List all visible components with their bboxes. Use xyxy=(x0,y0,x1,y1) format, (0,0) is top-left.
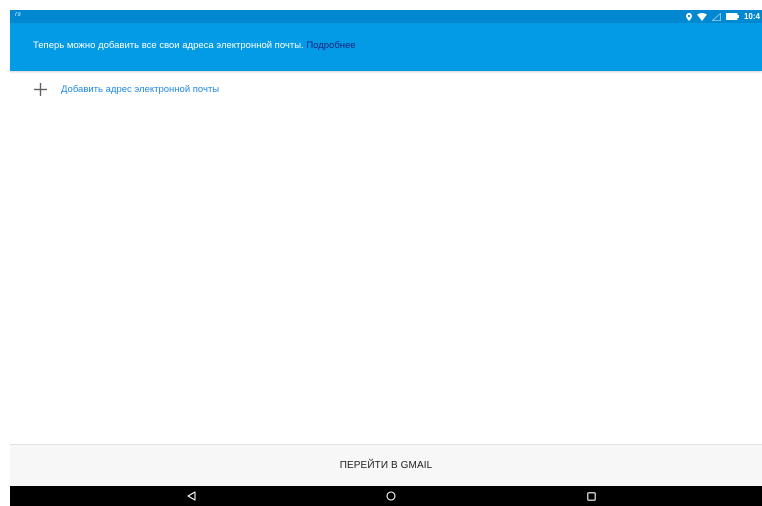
nav-home-button[interactable] xyxy=(376,486,406,506)
navigation-bar xyxy=(10,486,762,506)
banner-message: Теперь можно добавить все свои адреса эл… xyxy=(33,40,304,51)
bottom-action-bar: ПЕРЕЙТИ В GMAIL xyxy=(10,444,762,486)
screen: 79 10:4 Теперь можно добавить все свои а… xyxy=(10,10,762,506)
go-to-gmail-button[interactable]: ПЕРЕЙТИ В GMAIL xyxy=(330,456,443,475)
nav-recents-button[interactable] xyxy=(576,486,606,506)
status-bar: 79 10:4 xyxy=(10,10,762,23)
signal-icon xyxy=(711,12,721,21)
banner-text: Теперь можно добавить все свои адреса эл… xyxy=(33,40,356,51)
home-icon xyxy=(386,491,396,501)
back-icon xyxy=(186,491,196,501)
battery-icon xyxy=(725,13,739,20)
location-icon xyxy=(685,12,692,21)
status-notification-text: 79 xyxy=(14,12,21,18)
info-banner: Теперь можно добавить все свои адреса эл… xyxy=(10,23,762,71)
status-icons: 10:4 xyxy=(685,11,760,22)
wifi-icon xyxy=(696,12,707,21)
nav-back-button[interactable] xyxy=(176,486,206,506)
add-email-address-button[interactable]: Добавить адрес электронной почты xyxy=(34,80,219,98)
recents-icon xyxy=(586,491,596,501)
status-clock: 10:4 xyxy=(743,12,760,21)
learn-more-link[interactable]: Подробнее xyxy=(306,40,355,51)
add-email-label: Добавить адрес электронной почты xyxy=(61,83,220,95)
plus-icon xyxy=(34,82,47,96)
